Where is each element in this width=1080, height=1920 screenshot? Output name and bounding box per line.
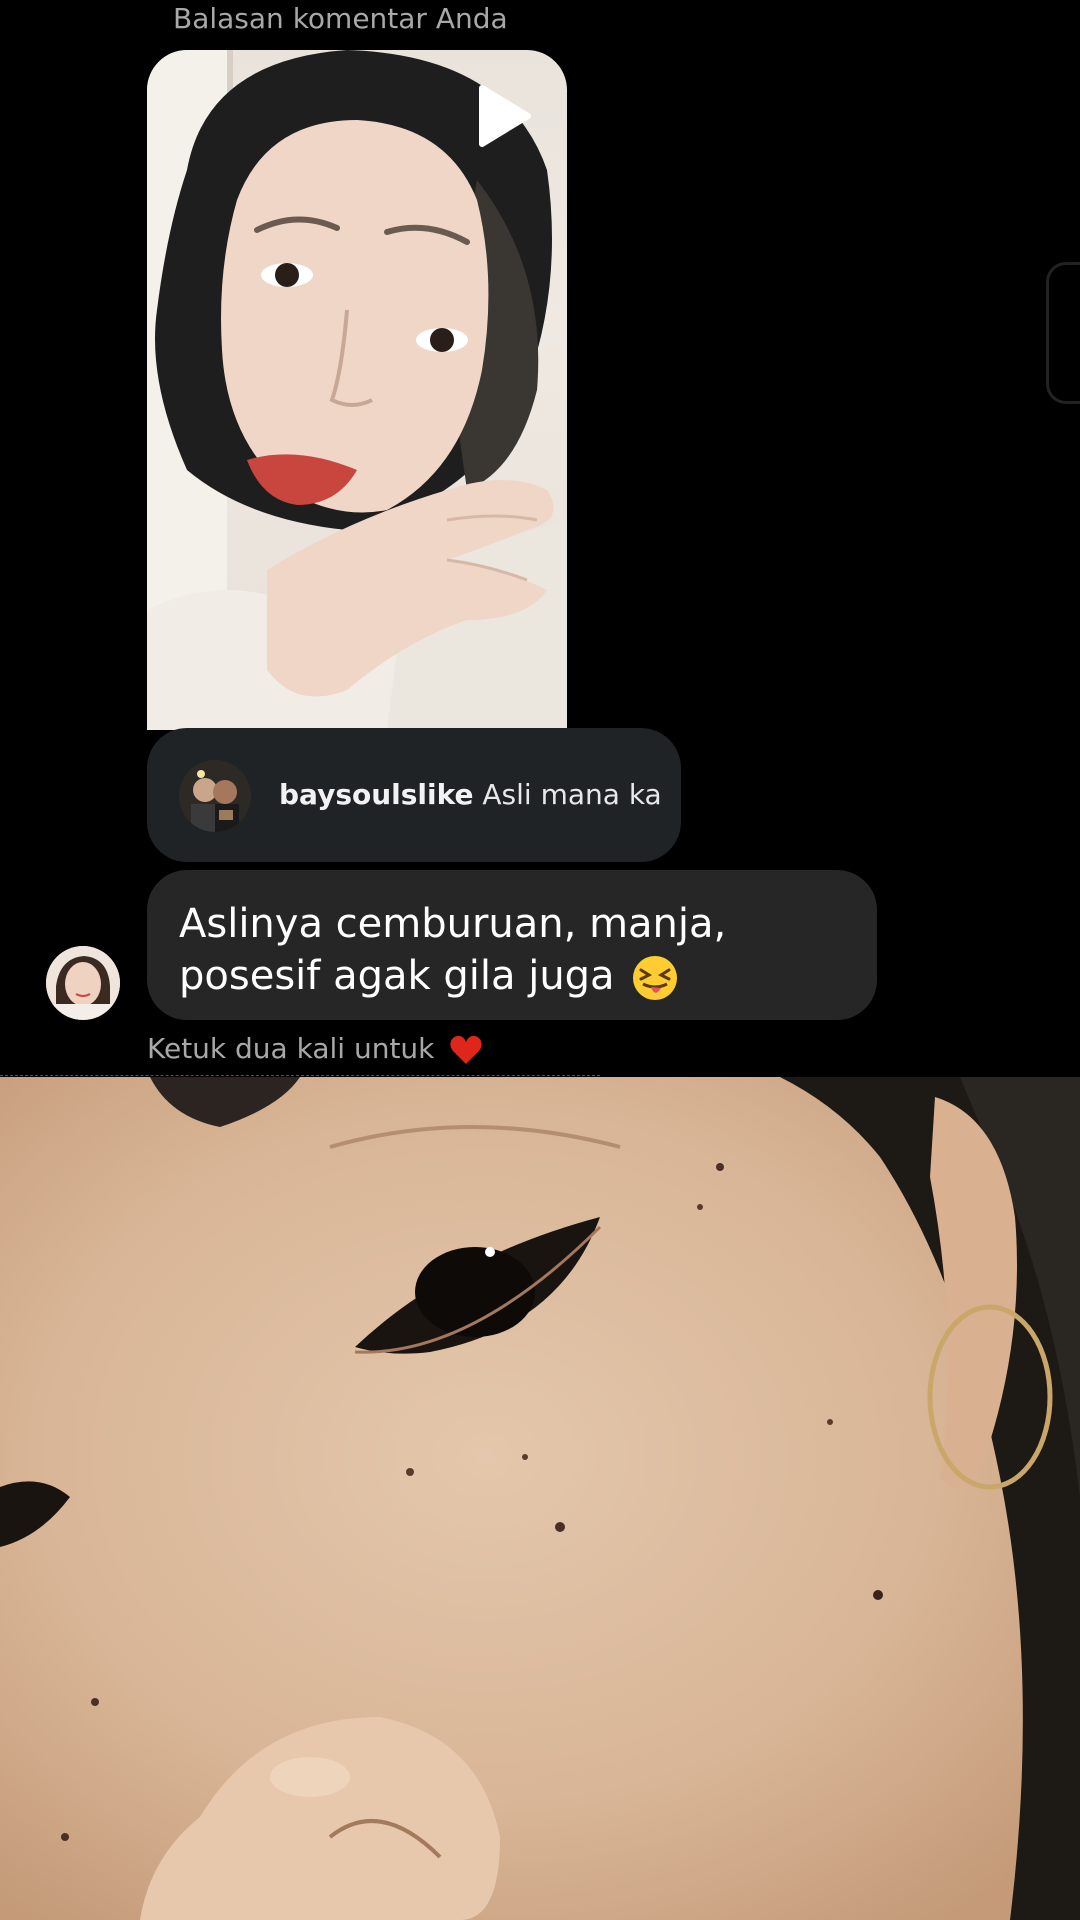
chat-thread: Balasan komentar Anda baysoulslike Asli …: [0, 0, 1080, 1077]
scroll-indicator: [1046, 262, 1080, 404]
message-bubble[interactable]: Aslinya cemburuan, manja, posesif agak g…: [147, 870, 877, 1020]
reply-username[interactable]: baysoulslike: [279, 778, 473, 811]
reply-preview[interactable]: baysoulslike Asli mana ka: [147, 728, 681, 862]
message-text-wrap: Aslinya cemburuan, manja, posesif agak g…: [179, 898, 859, 1002]
reply-comment-text: Asli mana ka: [482, 778, 662, 811]
reply-comment: baysoulslike Asli mana ka: [279, 778, 662, 811]
sender-avatar[interactable]: [46, 946, 120, 1020]
closeup-photo: [0, 1077, 1080, 1920]
heart-icon: [450, 1035, 482, 1064]
reply-user-avatar[interactable]: [179, 760, 251, 832]
squinting-tongue-emoji-icon: [633, 956, 678, 1000]
double-tap-hint: Ketuk dua kali untuk: [147, 1032, 483, 1066]
play-icon[interactable]: [476, 84, 532, 148]
story-image: [147, 50, 567, 730]
closeup-face-image: [0, 1077, 1080, 1920]
reply-header: Balasan komentar Anda: [173, 2, 508, 35]
double-tap-text: Ketuk dua kali untuk: [147, 1032, 435, 1065]
story-video-thumbnail[interactable]: [147, 50, 567, 730]
